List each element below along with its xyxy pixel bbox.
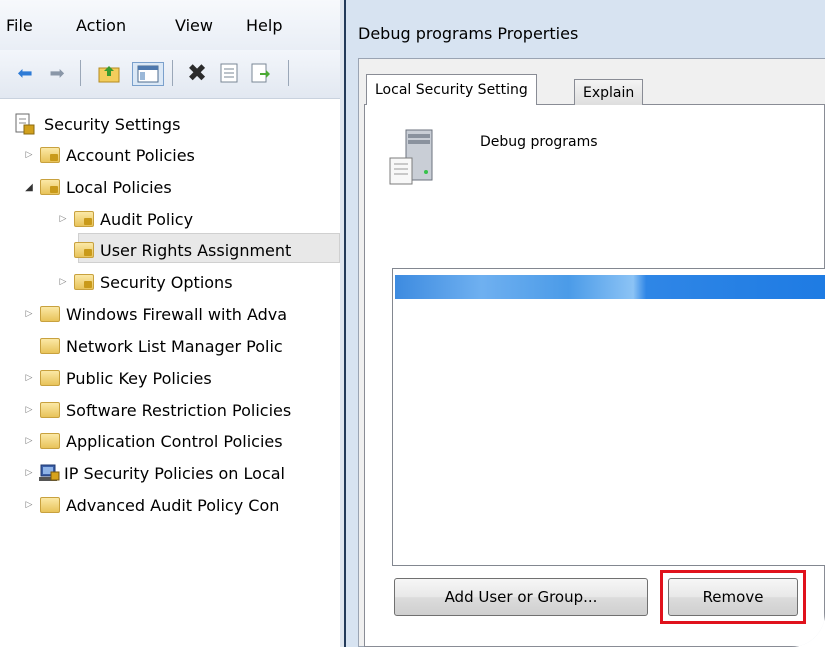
policy-name: Debug programs: [480, 134, 598, 150]
tree-label: Security Settings: [44, 114, 181, 134]
menu-action[interactable]: Action: [76, 16, 126, 35]
tree-item-application-control[interactable]: ▷ Application Control Policies: [22, 427, 283, 455]
toolbar: ⬅ ➡ ✖: [0, 50, 340, 99]
tree-label: Application Control Policies: [66, 431, 283, 451]
remove-button-highlight: [660, 570, 806, 624]
server-policy-icon: [386, 128, 442, 186]
expand-arrow-icon[interactable]: ▷: [22, 309, 36, 319]
tree-item-account-policies[interactable]: ▷ Account Policies: [22, 141, 195, 169]
toolbar-separator: [288, 60, 289, 86]
expand-arrow-icon[interactable]: ▷: [22, 405, 36, 415]
toolbar-separator: [172, 60, 173, 86]
ip-security-icon: [38, 463, 60, 483]
delete-icon[interactable]: ✖: [184, 59, 210, 87]
tree-label: Network List Manager Polic: [66, 336, 283, 356]
locked-folder-icon: [40, 147, 60, 163]
tree-item-software-restriction[interactable]: ▷ Software Restriction Policies: [22, 396, 292, 424]
tree-item-local-policies[interactable]: ◢ Local Policies: [22, 173, 172, 201]
expand-arrow-icon[interactable]: ▷: [56, 214, 70, 224]
folder-icon: [40, 497, 60, 513]
tree-label: Software Restriction Policies: [66, 400, 292, 420]
tree-label: IP Security Policies on Local: [64, 463, 285, 483]
dialog-title: Debug programs Properties: [358, 24, 579, 43]
tree-item-network-list-manager[interactable]: Network List Manager Polic: [36, 332, 283, 360]
forward-arrow-icon[interactable]: ➡: [44, 62, 70, 84]
expand-arrow-icon[interactable]: ▷: [22, 436, 36, 446]
expand-arrow-icon[interactable]: ▷: [56, 277, 70, 287]
tree-item-windows-firewall[interactable]: ▷ Windows Firewall with Adva: [22, 300, 288, 328]
tab-explain[interactable]: Explain: [574, 79, 644, 105]
locked-folder-icon: [40, 179, 60, 195]
properties-icon[interactable]: [216, 62, 242, 84]
tree-item-public-key-policies[interactable]: ▷ Public Key Policies: [22, 364, 212, 392]
tree-item-user-rights-assignment[interactable]: User Rights Assignment: [70, 236, 291, 264]
tree-item-advanced-audit-policy[interactable]: ▷ Advanced Audit Policy Con: [22, 491, 280, 519]
export-list-icon[interactable]: [248, 62, 274, 84]
up-folder-icon[interactable]: [96, 62, 122, 84]
tree-item-security-options[interactable]: ▷ Security Options: [56, 268, 233, 296]
toolbar-separator: [80, 60, 81, 86]
tree-label: User Rights Assignment: [100, 240, 292, 260]
tree-item-ip-security[interactable]: ▷ IP Security Policies on Local: [22, 459, 285, 487]
show-hide-tree-icon[interactable]: [132, 62, 164, 86]
expand-arrow-icon[interactable]: ▷: [22, 373, 36, 383]
tree-item-audit-policy[interactable]: ▷ Audit Policy: [56, 205, 194, 233]
tree-label: Local Policies: [66, 177, 172, 197]
user-group-listbox[interactable]: [392, 268, 825, 566]
expand-arrow-icon[interactable]: ▷: [22, 500, 36, 510]
tree-root-security-settings[interactable]: Security Settings: [14, 110, 180, 138]
screenshot-frame: File Action View Help ⬅ ➡ ✖ Security Set…: [0, 0, 825, 647]
locked-folder-icon: [74, 242, 94, 258]
locked-folder-icon: [74, 274, 94, 290]
menu-bar: File Action View Help: [0, 0, 340, 50]
security-settings-icon: [14, 113, 36, 135]
expand-arrow-icon[interactable]: ▷: [22, 150, 36, 160]
tree-label: Account Policies: [66, 145, 195, 165]
menu-view[interactable]: View: [175, 16, 213, 35]
tab-local-security-setting[interactable]: Local Security Setting: [366, 74, 537, 105]
folder-icon: [40, 433, 60, 449]
collapse-arrow-icon[interactable]: ◢: [22, 182, 36, 193]
locked-folder-icon: [74, 211, 94, 227]
folder-icon: [40, 338, 60, 354]
menu-help[interactable]: Help: [246, 16, 282, 35]
tree-label: Security Options: [100, 272, 233, 292]
tree-label: Advanced Audit Policy Con: [66, 495, 280, 515]
list-item-selected[interactable]: [395, 275, 825, 299]
folder-icon: [40, 402, 60, 418]
tree-label: Windows Firewall with Adva: [66, 304, 288, 324]
menu-file[interactable]: File: [6, 16, 33, 35]
expand-arrow-icon[interactable]: ▷: [22, 468, 36, 478]
folder-icon: [40, 306, 60, 322]
tree-label: Public Key Policies: [66, 368, 212, 388]
add-user-or-group-button[interactable]: Add User or Group...: [394, 578, 648, 616]
tree-label: Audit Policy: [100, 209, 194, 229]
folder-icon: [40, 370, 60, 386]
back-arrow-icon[interactable]: ⬅: [12, 62, 38, 84]
